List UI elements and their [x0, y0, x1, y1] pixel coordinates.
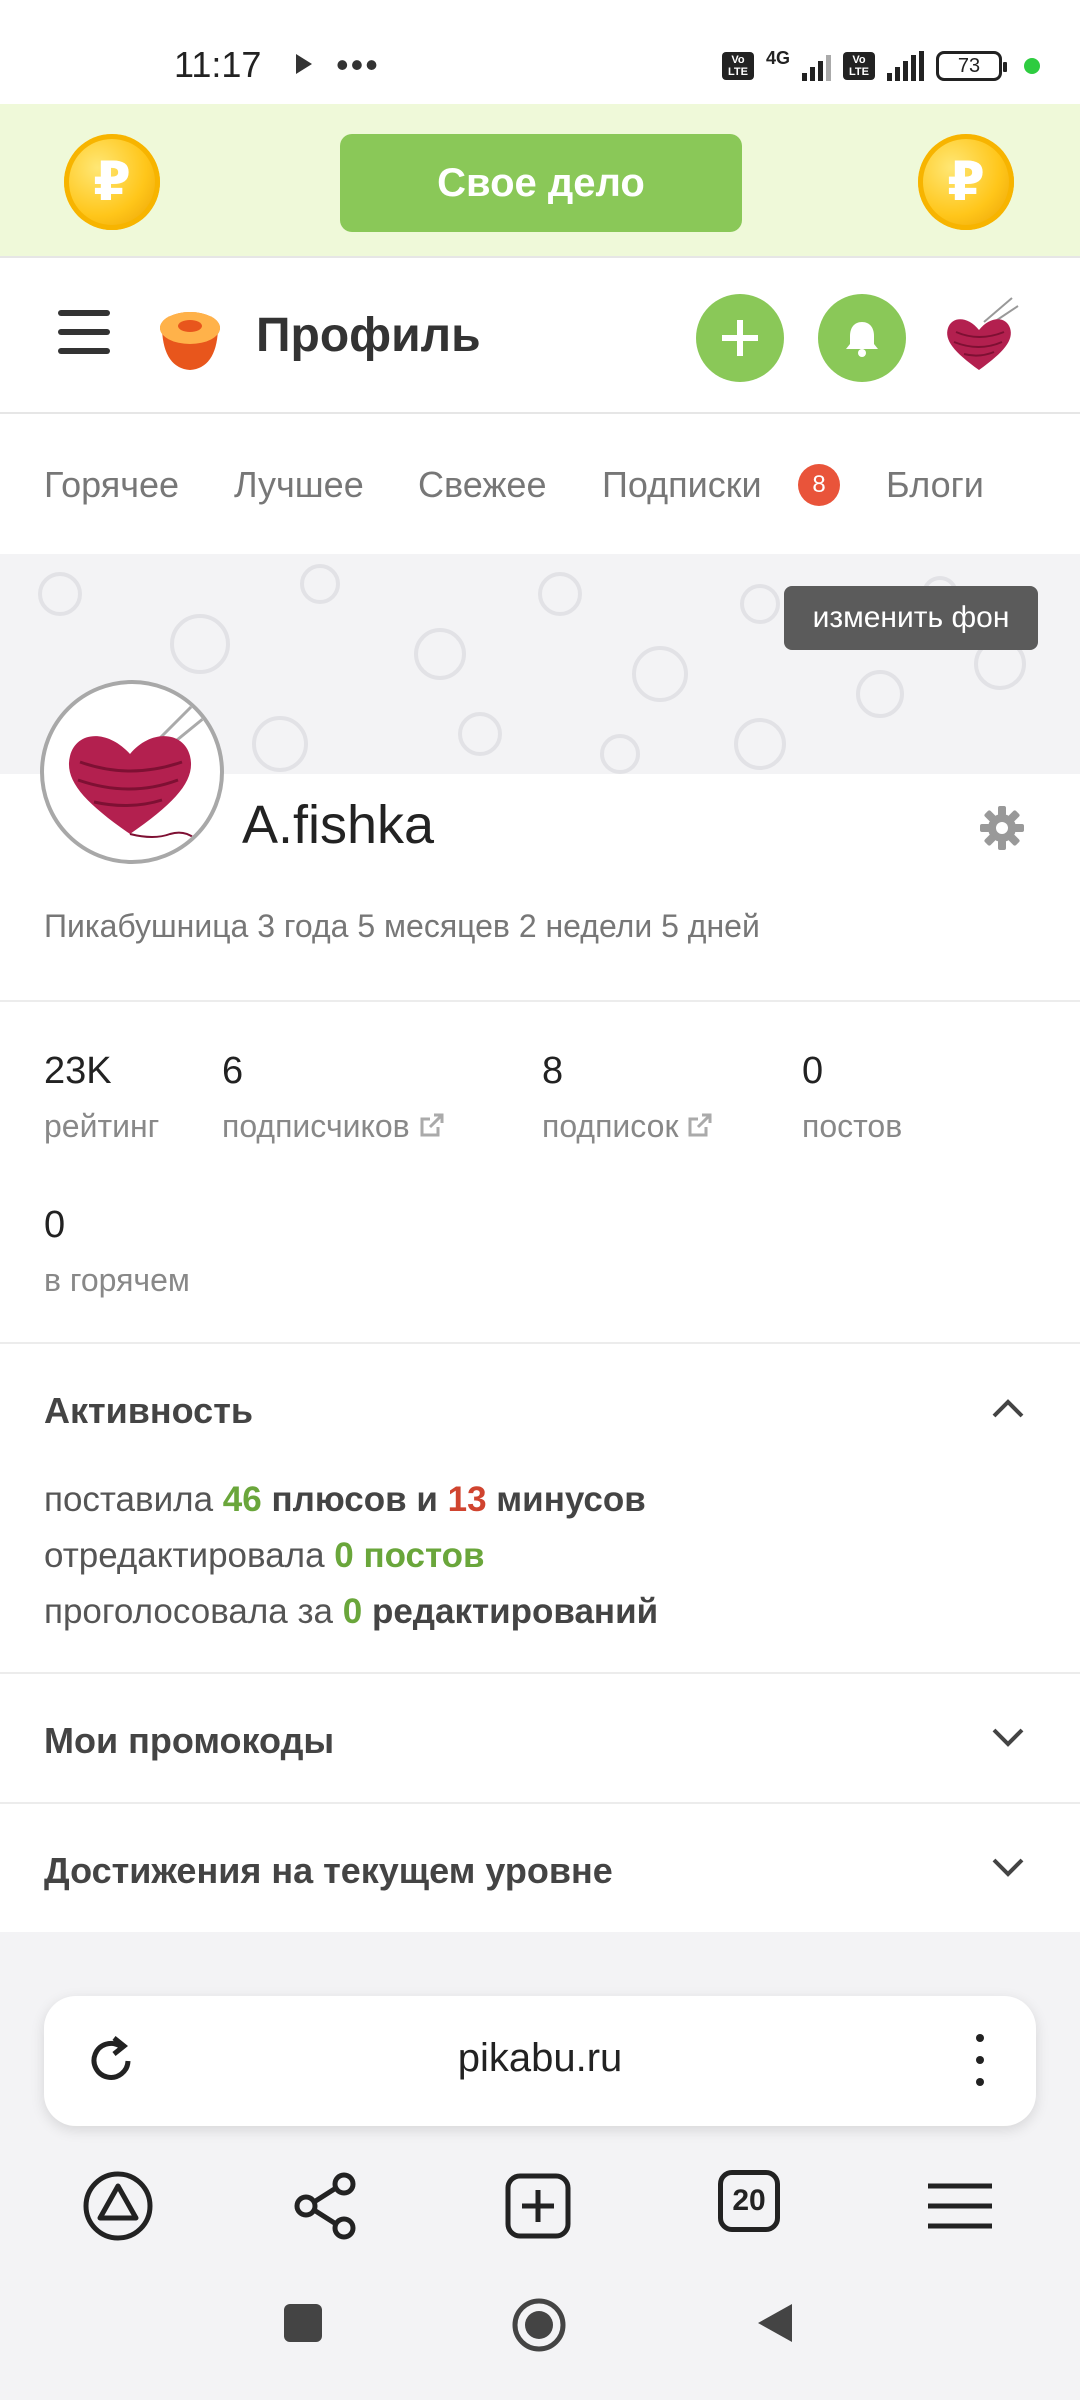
edits-prefix: отредактировала	[44, 1536, 325, 1575]
stat-rating-value: 23K	[44, 1050, 112, 1092]
status-bar: 11:17 ••• Vo LTE 4G Vo LTE 73	[0, 0, 1080, 104]
change-background-button[interactable]: изменить фон	[784, 586, 1038, 650]
activity-edits-line: отредактировала 0 постов	[44, 1536, 485, 1576]
menu-icon[interactable]	[58, 310, 110, 358]
address-bar[interactable]: pikabu.ru	[44, 1996, 1036, 2126]
signal-icon-2	[887, 51, 924, 81]
home-icon[interactable]	[510, 2296, 568, 2354]
add-post-button[interactable]	[696, 294, 784, 382]
stat-posts-label: постов	[802, 1108, 903, 1144]
app-header: Профиль	[0, 256, 1080, 414]
status-time: 11:17	[174, 44, 262, 85]
external-link-icon	[420, 1113, 444, 1137]
bell-icon	[846, 322, 878, 357]
feed-tabs: Горячее Лучшее Свежее Подписки 8 Блоги	[0, 414, 1080, 554]
votes-mid: плюсов и	[271, 1480, 438, 1519]
plus-icon	[722, 320, 758, 356]
tab-best[interactable]: Лучшее	[234, 464, 364, 506]
new-tab-icon[interactable]	[500, 2168, 576, 2244]
volte-icon: Vo LTE	[721, 52, 754, 80]
ruble-coin-icon: ₽	[64, 134, 160, 230]
stat-rating-label: рейтинг	[44, 1108, 160, 1144]
activity-edit-votes-line: проголосовала за 0 редактирований	[44, 1592, 658, 1632]
divider	[0, 1802, 1080, 1804]
stat-followers-label: подписчиков	[222, 1108, 410, 1144]
external-link-icon	[688, 1113, 712, 1137]
knitting-heart-icon	[68, 702, 205, 839]
stat-hot-label: в горячем	[44, 1262, 190, 1298]
alice-assistant-icon[interactable]	[80, 2168, 156, 2244]
back-icon[interactable]	[752, 2300, 798, 2346]
stat-followers-value[interactable]: 6	[222, 1050, 243, 1093]
more-notifications-icon: •••	[336, 44, 380, 85]
browser-menu-icon[interactable]	[922, 2168, 998, 2244]
activity-votes-line: поставила 46 плюсов и 13 минусов	[44, 1480, 646, 1520]
edit-votes-prefix: проголосовала за	[44, 1592, 334, 1631]
battery-icon: 73	[936, 51, 1007, 81]
activity-header[interactable]: Активность	[44, 1390, 253, 1432]
member-since: Пикабушница 3 года 5 месяцев 2 недели 5 …	[44, 908, 760, 944]
divider	[0, 1000, 1080, 1002]
votes-prefix: поставила	[44, 1480, 214, 1519]
network-type: 4G	[765, 47, 790, 68]
stat-hot-value: 0	[44, 1204, 66, 1246]
profile-username: A.fishka	[242, 795, 435, 855]
edits-count: 0 постов	[334, 1536, 485, 1575]
tab-subscriptions[interactable]: Подписки	[602, 464, 762, 506]
page-title: Профиль	[256, 309, 481, 362]
pikabu-logo[interactable]	[150, 298, 230, 378]
settings-gear-icon[interactable]	[978, 804, 1026, 852]
recent-apps-icon[interactable]	[280, 2300, 326, 2346]
tab-blogs[interactable]: Блоги	[886, 464, 984, 506]
chevron-up-icon[interactable]	[990, 1390, 1026, 1426]
stat-followers-link[interactable]: подписчиков	[222, 1108, 446, 1145]
tab-fresh[interactable]: Свежее	[418, 464, 546, 506]
tabs-counter-button[interactable]: 20	[718, 2170, 780, 2232]
stat-subscriptions-value[interactable]: 8	[542, 1050, 563, 1093]
achievements-header[interactable]: Достижения на текущем уровне	[44, 1850, 613, 1892]
chevron-down-icon[interactable]	[990, 1850, 1026, 1886]
more-options-icon[interactable]	[970, 2034, 990, 2090]
media-play-icon	[296, 54, 312, 74]
chevron-down-icon[interactable]	[990, 1720, 1026, 1756]
edit-votes-count: 0	[342, 1592, 363, 1631]
promocodes-header[interactable]: Мои промокоды	[44, 1720, 334, 1762]
user-avatar[interactable]	[934, 292, 1024, 382]
promo-banner[interactable]: ₽ Свое дело ₽	[0, 104, 1080, 256]
signal-icon	[802, 51, 831, 81]
notifications-button[interactable]	[818, 294, 906, 382]
profile-avatar	[40, 680, 224, 864]
url-text[interactable]: pikabu.ru	[44, 2036, 1036, 2081]
edit-votes-suffix: редактирований	[371, 1592, 659, 1631]
volte-icon-2: Vo LTE	[843, 52, 875, 80]
privacy-indicator-dot	[1024, 58, 1040, 74]
share-icon[interactable]	[288, 2168, 364, 2244]
ruble-coin-icon: ₽	[918, 134, 1014, 230]
tab-hot[interactable]: Горячее	[44, 464, 179, 506]
status-indicators: Vo LTE 4G Vo LTE 73	[721, 47, 1040, 84]
stat-posts-value: 0	[802, 1050, 824, 1092]
subscriptions-badge: 8	[798, 464, 840, 506]
divider	[0, 1342, 1080, 1344]
stat-subscriptions-link[interactable]: подписок	[542, 1108, 714, 1145]
promo-button[interactable]: Свое дело	[340, 134, 742, 232]
plus-count: 46	[222, 1480, 262, 1519]
divider	[0, 1672, 1080, 1674]
minus-count: 13	[447, 1480, 487, 1519]
stat-subscriptions-label: подписок	[542, 1108, 679, 1144]
votes-suffix: минусов	[496, 1480, 646, 1519]
